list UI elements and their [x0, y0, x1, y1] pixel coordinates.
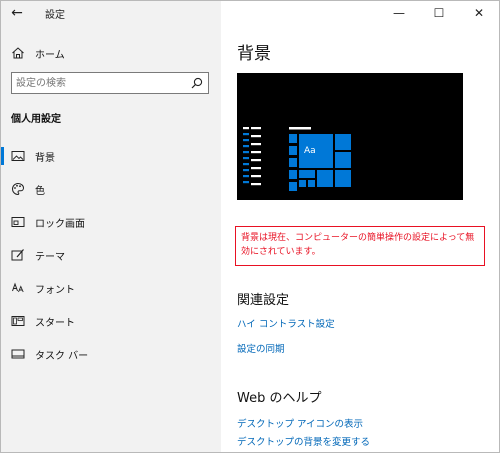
sidebar-item-taskbar[interactable]: タスク バー — [1, 342, 221, 366]
sidebar-item-label: スタート — [35, 317, 75, 329]
home-icon — [12, 47, 24, 59]
sidebar-item-lock-screen[interactable]: ロック画面 — [1, 210, 221, 234]
web-help-heading: Web のヘルプ — [237, 391, 322, 406]
back-arrow-icon[interactable]: ← — [9, 5, 25, 21]
sidebar-item-label: 背景 — [35, 152, 55, 164]
warning-message: 背景は現在、コンピューターの簡単操作の設定によって無効にされています。 — [235, 226, 485, 266]
sidebar-item-label: タスク バー — [35, 350, 89, 362]
window-controls: — ☐ ✕ — [379, 1, 499, 25]
search-input[interactable] — [16, 76, 186, 90]
font-icon — [11, 281, 25, 295]
app-title: 設定 — [45, 10, 65, 21]
high-contrast-link[interactable]: ハイ コントラスト設定 — [237, 316, 335, 330]
search-box[interactable] — [11, 72, 209, 94]
sidebar-item-background[interactable]: 背景 — [1, 144, 221, 168]
sidebar-item-start[interactable]: スタート — [1, 309, 221, 333]
sidebar-item-font[interactable]: フォント — [1, 276, 221, 300]
section-title: 個人用設定 — [11, 114, 61, 125]
search-icon[interactable] — [191, 77, 203, 89]
maximize-button[interactable]: ☐ — [419, 1, 459, 25]
sync-settings-link[interactable]: 設定の同期 — [237, 341, 285, 355]
background-preview: Aa — [237, 73, 463, 200]
related-settings-heading: 関連設定 — [237, 293, 290, 308]
main-content: — ☐ ✕ 背景 Aa 背景は現在、コンピューターの簡単操作の設定によって無効に… — [221, 1, 499, 452]
desktop-icons-link[interactable]: デスクトップ アイコンの表示 — [237, 416, 363, 430]
sidebar-item-label: テーマ — [35, 251, 65, 263]
sidebar-item-label: フォント — [35, 284, 75, 296]
sidebar-item-label: 色 — [35, 185, 45, 197]
sidebar-item-theme[interactable]: テーマ — [1, 243, 221, 267]
page-title: 背景 — [237, 44, 271, 64]
theme-icon — [11, 248, 25, 262]
change-background-link[interactable]: デスクトップの背景を変更する — [237, 434, 370, 448]
sidebar-item-home[interactable]: ホーム — [1, 41, 221, 65]
lock-screen-icon — [11, 215, 25, 229]
minimize-button[interactable]: — — [379, 1, 419, 25]
settings-window: ← 設定 ホーム 個人用設定 背景 — [0, 0, 500, 453]
sidebar-item-label: ロック画面 — [35, 218, 85, 230]
palette-icon — [11, 182, 25, 196]
start-menu-mockup — [243, 127, 351, 191]
home-label: ホーム — [35, 49, 65, 61]
preview-tile-label: Aa — [304, 146, 316, 156]
sidebar: ← 設定 ホーム 個人用設定 背景 — [1, 1, 221, 452]
taskbar-icon — [11, 347, 25, 361]
image-icon — [11, 149, 25, 163]
close-button[interactable]: ✕ — [459, 1, 499, 25]
sidebar-item-color[interactable]: 色 — [1, 177, 221, 201]
start-icon — [11, 314, 25, 328]
